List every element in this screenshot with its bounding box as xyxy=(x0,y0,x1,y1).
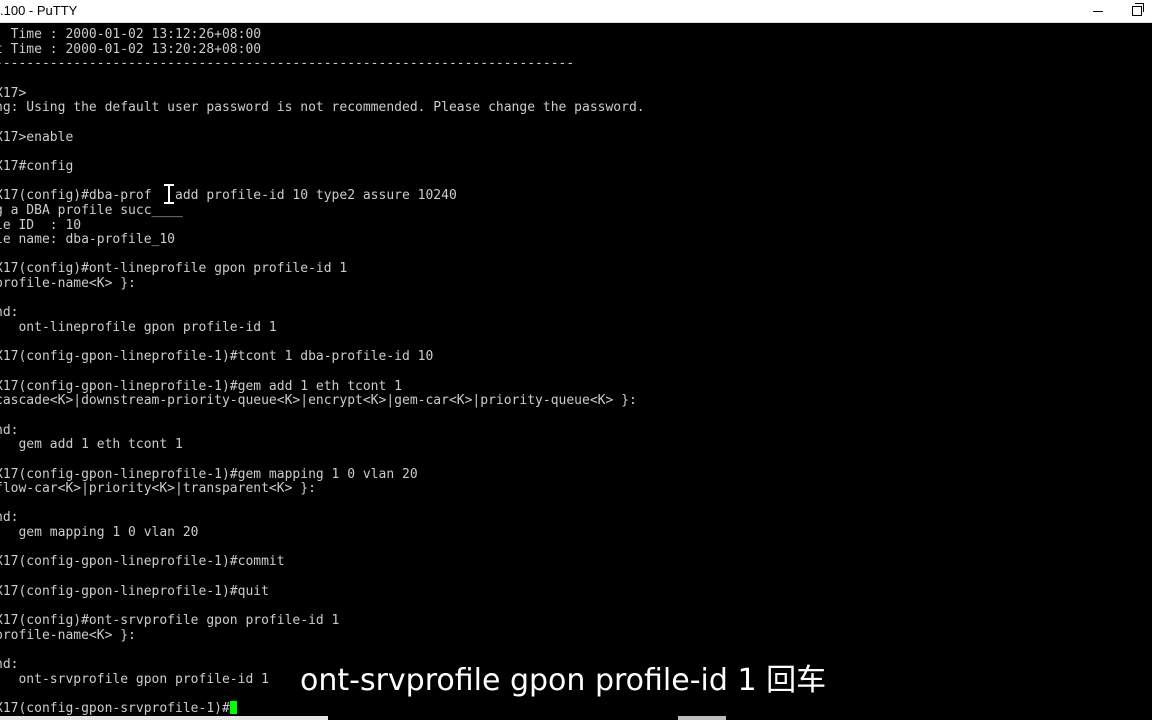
terminal-line: ont-lineprofile gpon profile-id 1 xyxy=(0,320,277,335)
terminal-line: nd: xyxy=(0,305,19,321)
terminal-line: X17>enable xyxy=(0,129,74,145)
terminal-line: X17> xyxy=(0,85,27,101)
terminal-line: X17(config-gpon-lineprofile-1)#gem mappi… xyxy=(0,466,418,482)
terminal-line: cascade<K>|downstream-priority-queue<K>|… xyxy=(0,393,637,409)
terminal-line: le name: dba-profile_10 xyxy=(0,232,176,248)
terminal-line: X17(config)#dba-prof add profile-id 10 t… xyxy=(0,188,457,204)
restore-button[interactable] xyxy=(1122,0,1152,22)
terminal-line: le ID : 10 xyxy=(0,217,82,233)
terminal-line: X17(config-gpon-srvprofile-1)# xyxy=(0,700,237,716)
terminal-line: . Time : 2000-01-02 13:12:26+08:00 xyxy=(0,27,262,42)
terminal-line: gem mapping 1 0 vlan 20 xyxy=(0,525,199,541)
terminal-line: nd: xyxy=(0,657,19,672)
terminal-line: t Time : 2000-01-02 13:20:28+08:00 xyxy=(0,41,262,57)
window-title: .100 - PuTTY xyxy=(0,3,78,18)
terminal-line: profile-name<K> }: xyxy=(0,627,136,643)
title-bar[interactable]: .100 - PuTTY xyxy=(0,0,1152,23)
terminal-line: ng: Using the default user password is n… xyxy=(0,100,645,116)
minimize-icon xyxy=(1093,10,1103,12)
terminal-cursor xyxy=(229,700,237,714)
terminal-line: X17(config-gpon-lineprofile-1)#quit xyxy=(0,583,269,599)
terminal-line: profile-name<K> }: xyxy=(0,276,136,292)
terminal-line: X17(config-gpon-lineprofile-1)#gem add 1… xyxy=(0,378,402,394)
terminal-line: X17(config)#ont-srvprofile gpon profile-… xyxy=(0,613,340,628)
restore-icon xyxy=(1132,3,1144,16)
terminal-line: ----------------------------------------… xyxy=(0,56,575,72)
terminal-line: g a DBA profile succ____ xyxy=(0,202,183,218)
terminal-line: ont-srvprofile gpon profile-id 1 xyxy=(0,671,269,687)
terminal-line: X17(config-gpon-lineprofile-1)#tcont 1 d… xyxy=(0,349,434,365)
minimize-button[interactable] xyxy=(1078,0,1118,22)
terminal-line: X17(config-gpon-lineprofile-1)#commit xyxy=(0,554,285,570)
terminal-area[interactable]: . Time : 2000-01-02 13:12:26+08:00 t Time… xyxy=(0,23,1152,720)
scroll-indicator-left xyxy=(0,716,328,720)
video-subtitle: ont-srvprofile gpon profile-id 1 回车 xyxy=(300,663,827,698)
terminal-line: flow-car<K>|priority<K>|transparent<K> }… xyxy=(0,481,316,497)
scroll-indicator-mid xyxy=(678,716,726,720)
terminal-line: gem add 1 eth tcont 1 xyxy=(0,437,183,453)
terminal-line: nd: xyxy=(0,510,19,526)
terminal-line: nd: xyxy=(0,422,19,438)
terminal-line: X17(config)#ont-lineprofile gpon profile… xyxy=(0,261,348,277)
terminal-line: X17#config xyxy=(0,158,74,174)
